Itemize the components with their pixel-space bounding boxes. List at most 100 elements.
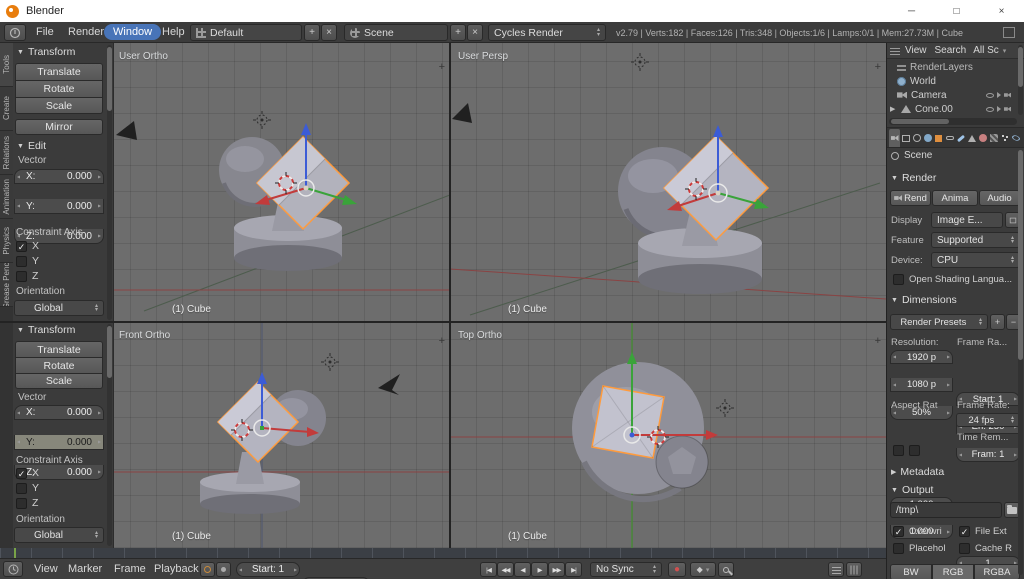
border-checkbox[interactable] [893, 445, 904, 456]
viewport-user-persp[interactable]: User Persp (1) Cube + [450, 43, 886, 322]
transform-panel-header[interactable]: ▼Transform [17, 46, 75, 58]
dimensions-panel-header[interactable]: ▼Dimensions [891, 294, 957, 306]
axis-z-checkbox[interactable]: Z [16, 270, 38, 282]
region-plus-icon[interactable]: + [875, 335, 881, 347]
pedestal-object[interactable] [200, 452, 300, 514]
shelf-tab-tools[interactable]: Tools [0, 43, 13, 87]
object-tab-icon[interactable] [933, 129, 944, 147]
translate-button[interactable]: Translate [15, 63, 103, 80]
render-panel-header[interactable]: ▼Render [891, 172, 936, 184]
viewport-divider-horizontal[interactable] [0, 321, 886, 323]
shelf-tab-relations[interactable]: Relations [0, 131, 13, 175]
color-mode-rgba-button[interactable]: RGBA [974, 564, 1020, 579]
viewport-divider-vertical[interactable] [449, 43, 451, 548]
outliner-item-cone[interactable]: ▶ Cone.00 [890, 102, 1015, 116]
lock-time-icon[interactable] [216, 562, 231, 577]
sync-mode-dropdown[interactable]: No Sync▴▾ [590, 562, 662, 577]
scale-button[interactable]: Scale [15, 373, 103, 389]
world-tab-icon[interactable] [922, 129, 933, 147]
axis-x-checkbox[interactable]: ✓X [16, 467, 39, 479]
scene-selector[interactable]: Scene [344, 24, 448, 41]
timeline-menu-marker[interactable]: Marker [62, 559, 108, 579]
remove-scene-button[interactable]: × [467, 24, 483, 41]
renderable-camera-icon[interactable] [1004, 107, 1011, 112]
material-tab-icon[interactable] [977, 129, 988, 147]
axis-y-checkbox[interactable]: Y [16, 255, 39, 267]
selectable-cursor-icon[interactable] [997, 106, 1001, 112]
region-plus-icon[interactable]: + [439, 61, 445, 73]
cube-object[interactable] [592, 386, 664, 458]
add-preset-button[interactable]: + [990, 314, 1005, 330]
shelf-scrollbar[interactable] [107, 45, 112, 320]
outliner-filter-dropdown[interactable]: All Sc [971, 43, 1001, 58]
minimize-button[interactable]: ─ [889, 0, 934, 22]
menu-window[interactable]: Window [104, 24, 161, 40]
output-path-field[interactable]: /tmp\ [890, 502, 1002, 518]
menu-help[interactable]: Help [156, 22, 191, 42]
timeline-menu-frame[interactable]: Frame [108, 559, 152, 579]
remove-layout-button[interactable]: × [321, 24, 337, 41]
camera-object[interactable] [116, 121, 137, 140]
play-reverse-button[interactable]: ◀ [514, 562, 531, 577]
scene-3d[interactable] [450, 43, 886, 322]
shelf-tab-animation[interactable]: Animation [0, 175, 13, 219]
shelf-scrollbar[interactable] [107, 324, 112, 546]
data-tab-icon[interactable] [966, 129, 977, 147]
rotate-button[interactable]: Rotate [15, 80, 103, 97]
lamp-object[interactable] [321, 353, 339, 371]
axis-z-checkbox[interactable]: Z [16, 497, 38, 509]
display-dropdown[interactable]: Image E... [931, 212, 1003, 228]
scene-3d[interactable] [450, 322, 886, 548]
color-mode-rgb-button[interactable]: RGB [932, 564, 974, 579]
region-plus-icon[interactable]: + [439, 335, 445, 347]
lamp-object[interactable] [253, 111, 271, 129]
shelf-tab-physics[interactable]: Physics [0, 219, 13, 263]
render-animation-button[interactable]: Anima [932, 190, 978, 206]
placeholders-checkbox[interactable]: Placehol [893, 543, 945, 554]
render-presets-dropdown[interactable]: Render Presets▴▾ [890, 314, 988, 330]
timeline-options-icon-2[interactable] [846, 562, 862, 577]
cache-result-checkbox[interactable]: Cache R [959, 543, 1012, 554]
file-extensions-checkbox[interactable]: ✓File Ext [959, 526, 1007, 537]
edit-panel-header[interactable]: ▼Edit [17, 140, 46, 152]
prev-keyframe-button[interactable]: ◀◀ [497, 562, 514, 577]
add-scene-button[interactable]: + [450, 24, 466, 41]
window-corner-icon[interactable] [1003, 27, 1015, 38]
selectable-cursor-icon[interactable] [997, 92, 1001, 98]
particles-tab-icon[interactable] [999, 129, 1010, 147]
outliner-hscrollbar[interactable] [889, 118, 1017, 125]
timeline-ruler[interactable] [0, 548, 886, 558]
vector-y-field[interactable]: Y:0.000 [14, 199, 104, 214]
output-panel-header[interactable]: ▼Output [891, 484, 933, 496]
shelf-tab-create[interactable]: Create [0, 87, 13, 131]
rotate-button[interactable]: Rotate [15, 357, 103, 373]
transform-panel-header[interactable]: ▼Transform [17, 324, 75, 336]
editor-type-button[interactable] [4, 24, 26, 41]
orientation-dropdown[interactable]: Global▴▾ [14, 527, 104, 543]
region-plus-icon[interactable]: + [875, 61, 881, 73]
fps-dropdown[interactable]: 24 fps▴▾ [956, 413, 1020, 427]
axis-x-checkbox[interactable]: ✓X [16, 240, 39, 252]
breadcrumb-label[interactable]: Scene [904, 150, 932, 161]
start-frame-field[interactable]: Start: 1 [236, 562, 300, 577]
vector-x-field[interactable]: X:0.000 [14, 405, 104, 420]
outliner-item-camera[interactable]: Camera [897, 88, 1015, 102]
feature-set-dropdown[interactable]: Supported▴▾ [931, 232, 1020, 248]
viewport-front-ortho[interactable]: ▼Transform Translate Rotate Scale Vector… [0, 322, 450, 548]
scene-3d[interactable] [114, 43, 450, 322]
expand-icon[interactable]: ▶ [890, 105, 897, 113]
jump-to-end-button[interactable]: ▶| [565, 562, 582, 577]
vector-x-field[interactable]: X:0.000 [14, 169, 104, 184]
timeline-menu-view[interactable]: View [28, 559, 64, 579]
menu-render[interactable]: Render [62, 22, 110, 42]
camera-object[interactable] [378, 374, 400, 395]
renderlayers-tab-icon[interactable] [900, 129, 911, 147]
resolution-x-field[interactable]: 1920 p [890, 350, 953, 364]
outliner-menu-search[interactable]: Search [932, 43, 970, 58]
render-tab-icon[interactable] [889, 129, 900, 147]
outliner-item-renderlayers[interactable]: RenderLayers [897, 60, 1015, 74]
screen-layout-selector[interactable]: Default [190, 24, 302, 41]
frame-step-field[interactable]: Fram: 1 [956, 448, 1020, 462]
lamp-object[interactable] [716, 399, 734, 417]
cylinder-object[interactable] [656, 436, 708, 488]
